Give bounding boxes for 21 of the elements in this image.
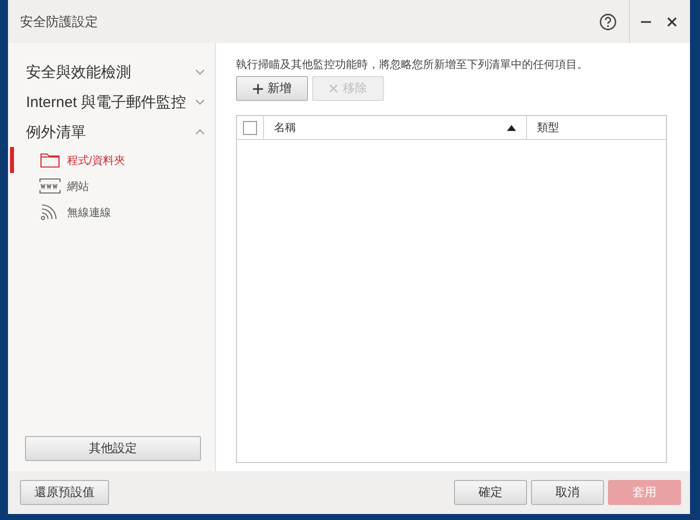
sidebar-category[interactable]: 例外清單 — [26, 122, 86, 142]
sidebar-item[interactable]: 網站 — [10, 173, 215, 199]
plus-icon — [252, 84, 262, 94]
dialog-button[interactable]: 確定 — [454, 480, 527, 505]
column-header[interactable]: 名稱 — [274, 120, 296, 135]
close-icon[interactable] — [666, 16, 678, 28]
add-button[interactable]: 新增 — [236, 76, 308, 101]
checkbox[interactable] — [243, 120, 257, 134]
window-title: 安全防護設定 — [20, 12, 99, 30]
sidebar-category[interactable]: Internet 與電子郵件監控 — [26, 92, 186, 112]
sort-up-icon — [507, 124, 516, 130]
folder-icon — [40, 152, 60, 168]
sidebar-category[interactable]: 安全與效能檢測 — [26, 62, 131, 82]
x-icon — [329, 84, 338, 93]
other-settings-button[interactable]: 其他設定 — [25, 436, 201, 461]
dialog-button[interactable]: 取消 — [531, 480, 604, 505]
column-header[interactable]: 類型 — [537, 120, 559, 135]
help-icon[interactable] — [599, 12, 617, 30]
restore-defaults-button[interactable]: 還原預設值 — [20, 480, 109, 505]
sidebar-item[interactable]: 無線連線 — [10, 199, 215, 225]
description-text: 執行掃瞄及其他監控功能時，將忽略您所新增至下列清單中的任何項目。 — [236, 58, 589, 72]
